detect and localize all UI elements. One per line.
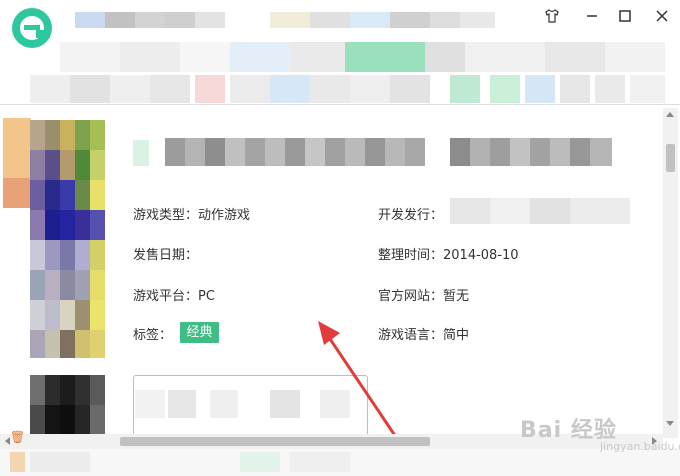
updated-value: 2014-08-10 [443,248,519,263]
watermark-sub: jingyan.baidu.com [600,440,680,453]
release-date-label: 发售日期： [133,248,199,263]
game-type-value: 动作游戏 [198,208,251,223]
vertical-scroll-thumb[interactable] [666,144,675,172]
language-value: 简中 [443,328,470,343]
tags-label: 标签： [133,328,173,343]
platform-value: PC [198,289,215,304]
game-type-row: 游戏类型：动作游戏 [133,204,250,223]
platform-row: 游戏平台：PC [133,285,215,304]
close-icon [656,10,668,22]
updated-label: 整理时间： [378,248,444,263]
maximize-button[interactable] [613,4,637,28]
maximize-icon [619,10,631,22]
developer-label: 开发发行： [378,208,444,223]
minimize-button[interactable] [580,4,604,28]
website-label: 官方网站： [378,289,444,304]
game-type-label: 游戏类型： [133,208,199,223]
website-value[interactable]: 暂无 [443,289,469,304]
annotation-arrow-icon [318,321,402,445]
developer-row: 开发发行： [378,204,443,223]
close-button[interactable] [650,4,674,28]
tag-classic[interactable]: 经典 [180,322,219,343]
toolbar-divider [0,104,680,105]
vertical-scrollbar[interactable] [663,108,678,438]
updated-row: 整理时间：2014-08-10 [378,244,519,263]
skin-button[interactable] [540,4,564,28]
platform-label: 游戏平台： [133,289,199,304]
tshirt-icon [545,9,559,23]
scroll-down-icon[interactable] [666,421,674,426]
trash-icon[interactable]: 🗑 [10,430,25,444]
scroll-up-icon[interactable] [666,112,674,117]
horizontal-scroll-thumb[interactable] [120,437,430,446]
minimize-icon [587,15,597,17]
e-browser-logo-icon [12,8,52,48]
website-row: 官方网站：暂无 [378,285,469,304]
release-date-row: 发售日期： [133,244,198,263]
